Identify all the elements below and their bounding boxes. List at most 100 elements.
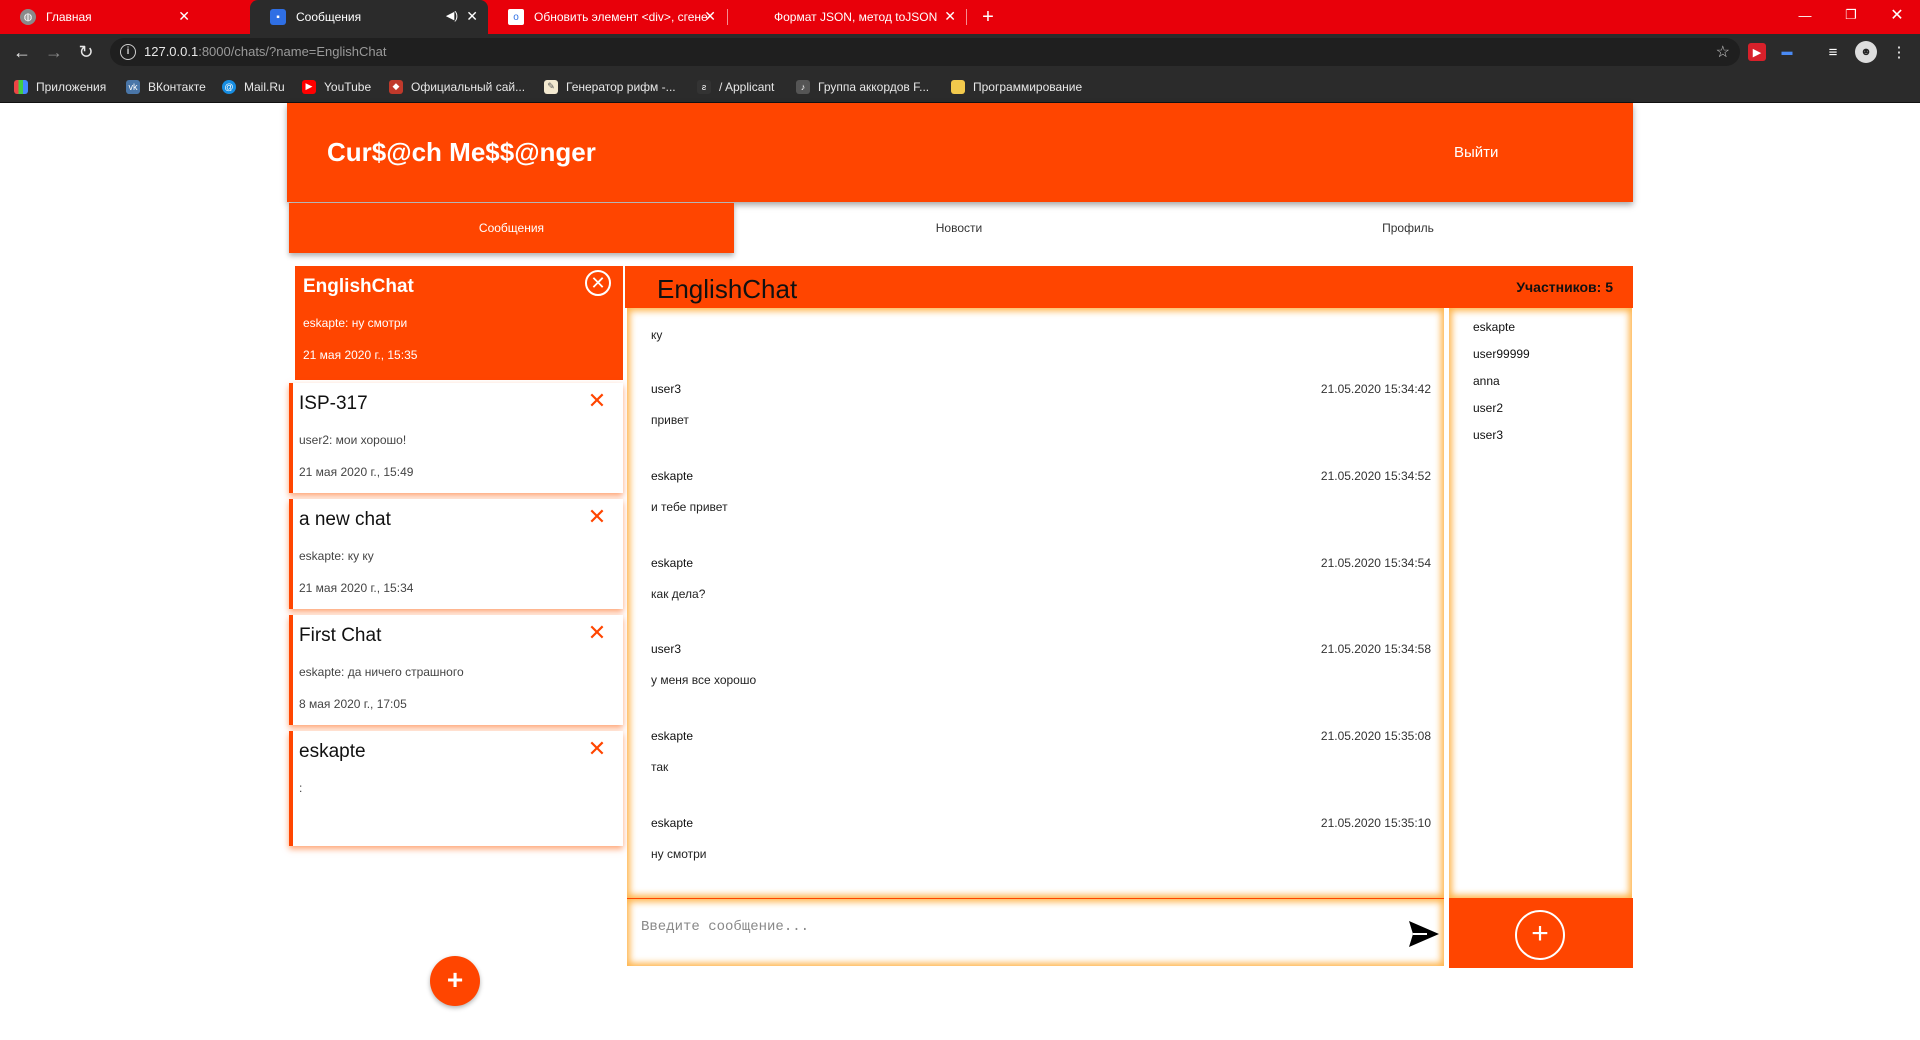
info-icon[interactable]: i <box>120 44 136 60</box>
nav-tab-news[interactable]: Новости <box>734 203 1184 253</box>
message-text: так <box>651 760 669 774</box>
message-time: 21.05.2020 15:34:54 <box>1320 556 1431 570</box>
members-list: eskapte user99999 anna user2 user3 <box>1449 308 1632 898</box>
member-item[interactable]: user99999 <box>1473 347 1530 361</box>
nav-tab-profile[interactable]: Профиль <box>1184 203 1632 253</box>
chords-icon: ♪ <box>796 79 810 94</box>
chat-list-item[interactable]: First Chat eskapte: да ничего страшного … <box>289 615 623 725</box>
close-chat-icon[interactable]: ✕ <box>585 737 609 761</box>
apps-grid-icon <box>14 79 28 94</box>
chat-list-item[interactable]: a new chat eskapte: ку ку 21 мая 2020 г.… <box>289 499 623 609</box>
chat-name: a new chat <box>299 509 391 530</box>
close-tab-icon[interactable]: ✕ <box>944 8 956 24</box>
chat-last-message: : <box>299 781 303 795</box>
chat-list-item[interactable]: EnglishChat eskapte: ну смотри 21 мая 20… <box>295 266 623 380</box>
applicant-icon: ƨ <box>697 79 711 94</box>
members-footer: + <box>1449 898 1633 968</box>
close-chat-icon[interactable]: ✕ <box>585 270 611 296</box>
browser-tab-home[interactable]: ◍ Главная ✕ <box>0 0 200 34</box>
message-time: 21.05.2020 15:35:08 <box>1320 729 1431 743</box>
address-url[interactable]: 127.0.0.1:8000/chats/?name=EnglishChat <box>144 44 386 59</box>
plus-icon: + <box>446 964 464 995</box>
new-tab-plus-icon[interactable]: + <box>976 5 1000 29</box>
message-text: ну смотри <box>651 847 707 861</box>
message-time: 21.05.2020 15:34:58 <box>1320 642 1431 656</box>
chat-list-item[interactable]: eskapte : ✕ <box>289 731 623 846</box>
close-chat-icon[interactable]: ✕ <box>585 505 609 529</box>
browser-tab-messages[interactable]: ▪ Сообщения ◀) ✕ <box>250 0 488 34</box>
extension-red-icon[interactable]: ▶ <box>1748 43 1766 61</box>
official-site-icon: ◆ <box>389 79 403 94</box>
tab-divider <box>966 9 967 25</box>
back-arrow-icon[interactable]: ← <box>10 40 34 64</box>
close-tab-icon[interactable]: ✕ <box>178 8 190 24</box>
message-text: привет <box>651 413 689 427</box>
message-input[interactable] <box>639 907 1339 947</box>
bookmark-youtube[interactable]: ▶ YouTube <box>302 70 371 103</box>
nav-tab-messages[interactable]: Сообщения <box>289 203 734 253</box>
blank-favicon-icon <box>748 9 764 25</box>
member-item[interactable]: user2 <box>1473 401 1503 415</box>
close-window-icon[interactable]: ✕ <box>1874 0 1920 30</box>
minimize-window-icon[interactable]: — <box>1782 0 1828 30</box>
speaker-icon[interactable]: ◀) <box>446 9 458 22</box>
close-chat-icon[interactable]: ✕ <box>585 389 609 413</box>
app-header: Cur$@ch Me$$@nger Выйти <box>287 103 1633 202</box>
chat-last-message: user2: мои хорошо! <box>299 433 407 447</box>
message-author: eskapte <box>651 816 694 830</box>
chat-last-message: eskapte: да ничего страшного <box>299 665 464 679</box>
message-time: 21.05.2020 15:34:42 <box>1320 382 1431 396</box>
quill-icon: ✎ <box>544 79 558 94</box>
member-item[interactable]: user3 <box>1473 428 1503 442</box>
bookmark-applicant[interactable]: ƨ / Applicant <box>697 70 774 103</box>
send-icon[interactable] <box>1407 917 1441 951</box>
profile-avatar-icon[interactable]: ☻ <box>1855 41 1877 63</box>
bookmark-star-icon[interactable]: ☆ <box>1716 42 1730 62</box>
bookmark-mailru[interactable]: @ Mail.Ru <box>222 70 285 103</box>
chat-last-message: eskapte: ку ку <box>299 549 374 563</box>
reload-icon[interactable]: ↻ <box>74 40 98 64</box>
bookmark-vkontakte[interactable]: vk ВКонтакте <box>126 70 206 103</box>
chat-date: 8 мая 2020 г., 17:05 <box>299 697 407 711</box>
close-tab-icon[interactable]: ✕ <box>466 8 478 24</box>
close-tab-icon[interactable]: ✕ <box>704 8 716 24</box>
chat-last-message: eskapte: ну смотри <box>303 316 408 330</box>
message-author: eskapte <box>651 556 694 570</box>
chat-date: 21 мая 2020 г., 15:34 <box>299 581 414 595</box>
member-item[interactable]: eskapte <box>1473 320 1515 334</box>
message-text: и тебе привет <box>651 500 728 514</box>
message-text: ку <box>651 328 663 342</box>
bookmark-rhyme-generator[interactable]: ✎ Генератор рифм -... <box>544 70 676 103</box>
address-bar[interactable]: i 127.0.0.1:8000/chats/?name=EnglishChat… <box>110 38 1740 66</box>
youtube-icon: ▶ <box>302 79 316 94</box>
browser-tab-update-div[interactable]: o Обновить элемент <div>, сгене ✕ <box>488 0 726 34</box>
restore-window-icon[interactable]: ❐ <box>1828 0 1874 30</box>
browser-tab-bar: ◍ Главная ✕ ▪ Сообщения ◀) ✕ o Обновить … <box>0 0 1920 34</box>
menu-dots-icon[interactable]: ⋮ <box>1890 43 1908 61</box>
globe-icon: ◍ <box>20 9 36 25</box>
chat-name: First Chat <box>299 625 382 646</box>
extension-flag-icon[interactable]: ▬ <box>1778 43 1796 61</box>
forward-arrow-icon[interactable]: → <box>42 40 66 64</box>
folder-icon <box>951 79 965 94</box>
close-chat-icon[interactable]: ✕ <box>585 621 609 645</box>
bookmark-official-site[interactable]: ◆ Официальный сай... <box>389 70 525 103</box>
chat-name: eskapte <box>299 741 366 762</box>
message-author: eskapte <box>651 729 694 743</box>
media-queue-icon[interactable]: ≡ <box>1824 43 1842 61</box>
new-chat-button[interactable]: + <box>430 956 480 1006</box>
logout-link[interactable]: Выйти <box>1454 144 1498 161</box>
message-author: user3 <box>651 642 682 656</box>
chat-name: EnglishChat <box>303 276 414 297</box>
message-list[interactable]: ку user3 21.05.2020 15:34:42 привет eska… <box>627 308 1444 898</box>
browser-tab-json-format[interactable]: Формат JSON, метод toJSON ✕ <box>728 0 966 34</box>
chat-name: ISP-317 <box>299 393 368 414</box>
app-logo[interactable]: Cur$@ch Me$$@nger <box>327 137 596 168</box>
message-author: user3 <box>651 382 682 396</box>
chat-list-item[interactable]: ISP-317 user2: мои хорошо! 21 мая 2020 г… <box>289 383 623 493</box>
bookmark-apps[interactable]: Приложения <box>14 70 106 103</box>
member-item[interactable]: anna <box>1473 374 1500 388</box>
bookmark-guitar-chords[interactable]: ♪ Группа аккордов F... <box>796 70 929 103</box>
bookmark-folder-programming[interactable]: Программирование <box>951 70 1082 103</box>
add-member-button[interactable]: + <box>1515 910 1565 960</box>
